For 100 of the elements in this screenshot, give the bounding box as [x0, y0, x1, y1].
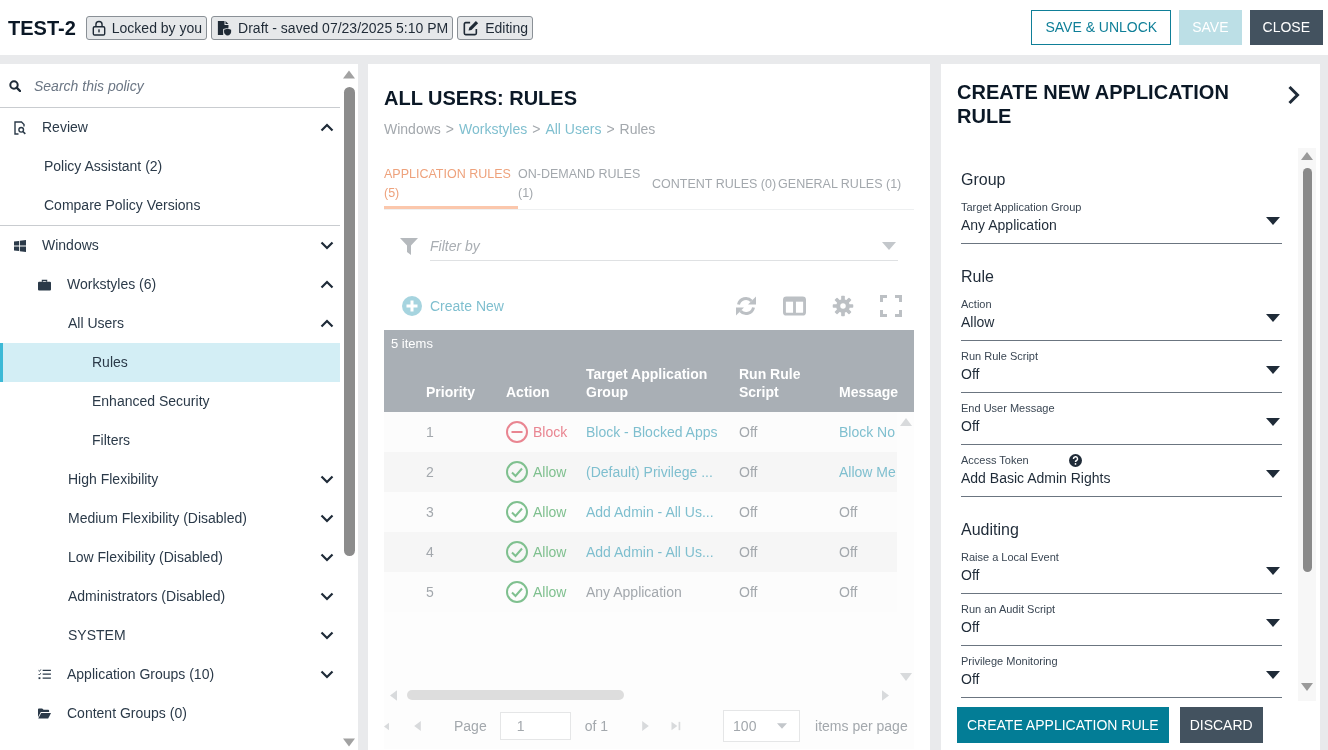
badge-label: Locked by you	[111, 18, 203, 37]
field-label: Privilege Monitoring	[961, 654, 1058, 668]
select-field[interactable]: Off	[961, 415, 1282, 445]
chevron-down-icon[interactable]	[320, 241, 334, 250]
badge-label: Editing	[485, 18, 529, 37]
scrollbar-thumb[interactable]	[1302, 168, 1312, 572]
select-field[interactable]: Off	[961, 616, 1282, 646]
tree-item[interactable]: Filters	[0, 421, 340, 460]
breadcrumb-separator: >	[532, 120, 541, 139]
help-icon[interactable]	[1068, 453, 1082, 467]
caret-down-icon[interactable]	[882, 242, 896, 250]
chevron-down-icon[interactable]	[320, 475, 334, 484]
table-cell: Off	[739, 583, 758, 600]
scroll-up-icon[interactable]	[343, 70, 355, 79]
table-cell: Off	[739, 543, 758, 560]
tree-item[interactable]: Compare Policy Versions	[0, 186, 340, 225]
tree-item[interactable]: Enhanced Security	[0, 382, 340, 421]
tree-item[interactable]: All Users	[0, 304, 340, 343]
settings-icon[interactable]	[832, 295, 854, 317]
scroll-up-icon[interactable]	[1301, 152, 1313, 160]
chevron-up-icon[interactable]	[320, 319, 334, 328]
scroll-down-icon[interactable]	[899, 673, 912, 681]
chevron-up-icon[interactable]	[320, 123, 334, 132]
next-page-icon[interactable]	[642, 721, 650, 731]
breadcrumb-text: Rules	[619, 120, 656, 139]
document-shield-icon	[217, 19, 233, 36]
tree-item[interactable]: Administrators (Disabled)	[0, 577, 340, 616]
form-button[interactable]: DISCARD	[1179, 707, 1263, 743]
plus-circle-icon	[402, 296, 422, 316]
table-cell: Off	[839, 583, 858, 600]
tree-item[interactable]: SYSTEM	[0, 616, 340, 655]
search-icon	[9, 79, 21, 92]
field-label: Raise a Local Event	[961, 550, 1059, 564]
tree-item[interactable]: Policy Assistant (2)	[0, 147, 340, 186]
briefcase-icon	[38, 278, 51, 291]
select-field[interactable]: Add Basic Admin Rights	[961, 467, 1282, 497]
tree-item[interactable]: Review	[0, 108, 340, 147]
scroll-up-icon[interactable]	[899, 418, 912, 426]
item-count: 5 items	[390, 336, 433, 352]
table-cell: 5	[426, 583, 434, 600]
tree-item[interactable]: Application Groups (10)	[0, 655, 340, 694]
pencil-square-icon	[463, 19, 480, 36]
tree-item[interactable]: Low Flexibility (Disabled)	[0, 538, 340, 577]
header-button[interactable]: SAVE & UNLOCK	[1031, 10, 1172, 45]
scrollbar-thumb[interactable]	[343, 87, 355, 556]
chevron-down-icon[interactable]	[320, 592, 334, 601]
tree-item[interactable]: High Flexibility	[0, 460, 340, 499]
field-label: Target Application Group	[961, 200, 1082, 214]
badge-label: Draft - saved 07/23/2025 5:10 PM	[238, 18, 449, 37]
panel-title: CREATE NEW APPLICATION RULE	[957, 80, 1230, 128]
first-page-icon[interactable]	[384, 721, 389, 731]
chevron-down-icon[interactable]	[320, 553, 334, 562]
table-cell: Off	[839, 503, 858, 520]
scroll-left-icon[interactable]	[390, 689, 397, 701]
chevron-right-icon[interactable]	[1287, 85, 1300, 105]
page-label: Page	[454, 716, 487, 736]
scrollbar-thumb[interactable]	[407, 690, 624, 700]
chevron-down-icon[interactable]	[320, 514, 334, 523]
action-label: Block	[533, 422, 568, 442]
tree-item[interactable]: Medium Flexibility (Disabled)	[0, 499, 340, 538]
chevron-down-icon[interactable]	[320, 670, 334, 679]
page-heading: ALL USERS: RULES	[384, 86, 578, 110]
page-size-label: items per page	[815, 716, 908, 736]
chevron-down-icon[interactable]	[320, 631, 334, 640]
refresh-icon[interactable]	[735, 295, 757, 317]
previous-page-icon[interactable]	[414, 721, 421, 731]
section-heading: Auditing	[961, 520, 1020, 540]
tree-item[interactable]: Workstyles (6)	[0, 265, 340, 304]
header-button[interactable]: CLOSE	[1249, 10, 1323, 45]
scroll-down-icon[interactable]	[343, 738, 355, 747]
field-label: Run Rule Script	[961, 349, 1039, 363]
search-field[interactable]: Search this policy	[34, 73, 332, 98]
table-cell: Off	[739, 463, 758, 480]
select-field[interactable]: Any Application	[961, 214, 1282, 244]
field-label: End User Message	[961, 401, 1055, 415]
check-circle-icon	[506, 501, 528, 523]
caret-down-icon	[1266, 470, 1280, 478]
columns-icon[interactable]	[783, 296, 806, 316]
filter-field[interactable]: Filter by	[430, 231, 898, 261]
tree-item[interactable]: Rules	[0, 343, 340, 382]
caret-down-icon	[1266, 619, 1280, 627]
scroll-down-icon[interactable]	[1301, 683, 1313, 691]
scrollbar-track[interactable]	[1298, 148, 1316, 701]
scroll-right-icon[interactable]	[882, 689, 889, 701]
breadcrumb-separator: >	[445, 120, 454, 139]
last-page-icon[interactable]	[671, 721, 683, 731]
select-field[interactable]: Off	[961, 668, 1282, 698]
select-field[interactable]: Off	[961, 363, 1282, 393]
filter-icon[interactable]	[400, 237, 418, 255]
breadcrumb-separator: >	[606, 120, 615, 139]
tree-item[interactable]: Content Groups (0)	[0, 694, 340, 733]
select-field[interactable]: Allow	[961, 311, 1282, 341]
chevron-up-icon[interactable]	[320, 280, 334, 289]
form-button[interactable]: CREATE APPLICATION RULE	[957, 707, 1169, 743]
fullscreen-icon[interactable]	[880, 295, 902, 317]
check-circle-icon	[506, 461, 528, 483]
field-label: Run an Audit Script	[961, 602, 1056, 616]
select-field[interactable]: Off	[961, 564, 1282, 594]
tree-item[interactable]: Windows	[0, 226, 340, 265]
caret-down-icon	[777, 723, 788, 729]
